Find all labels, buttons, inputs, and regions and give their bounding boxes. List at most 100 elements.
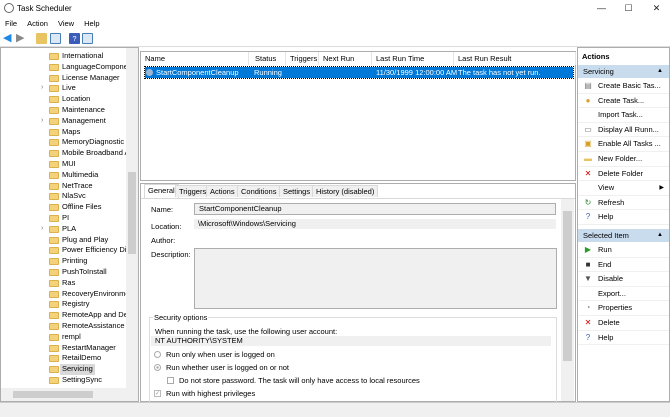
tree-item[interactable]: Servicing	[1, 364, 126, 375]
collapse-icon[interactable]: ▲	[657, 65, 663, 78]
show-hide-tree-icon[interactable]	[50, 33, 61, 44]
name-label: Name:	[151, 205, 174, 214]
tree-item[interactable]: License Manager	[1, 73, 126, 84]
column-last-run-result[interactable]: Last Run Result	[454, 52, 576, 65]
tree-item[interactable]: RecoveryEnvironme	[1, 289, 130, 300]
tree-item[interactable]: Registry	[1, 299, 126, 310]
minimize-button[interactable]: —	[588, 0, 615, 17]
tree-item[interactable]: › Live	[1, 83, 126, 94]
action-delete[interactable]: ✕ Delete	[578, 316, 669, 331]
folder-icon	[49, 247, 59, 255]
up-folder-icon[interactable]	[36, 33, 47, 44]
tree-item[interactable]: International	[1, 51, 126, 62]
help-icon[interactable]: ?	[69, 33, 80, 44]
column-next-run-time[interactable]: Next Run Time	[319, 52, 372, 76]
tree-item[interactable]: Plug and Play	[1, 235, 126, 246]
tab-conditions[interactable]: Conditions	[237, 185, 281, 197]
maximize-button[interactable]: ☐	[615, 0, 642, 17]
action-end[interactable]: ■ End	[578, 258, 669, 273]
name-field[interactable]: StartComponentCleanup	[194, 203, 556, 215]
show-hide-action-pane-icon[interactable]	[82, 33, 93, 44]
table-row[interactable]: StartComponentCleanup Running 11/30/1999…	[144, 66, 574, 86]
column-name[interactable]: Name	[141, 52, 249, 65]
section-servicing[interactable]: Servicing ▲	[578, 65, 669, 78]
action-properties[interactable]: ◔ Properties	[578, 301, 669, 316]
tab-settings[interactable]: Settings	[279, 185, 315, 197]
action-delete-folder[interactable]: ✕ Delete Folder	[578, 167, 669, 182]
column-triggers[interactable]: Triggers	[286, 52, 319, 65]
action-run[interactable]: ▶ Run	[578, 243, 669, 258]
tab-general[interactable]: General	[144, 184, 179, 198]
tree-item[interactable]: Location	[1, 94, 126, 105]
action-create-basic-tas[interactable]: ▤ Create Basic Tas...	[578, 79, 669, 94]
tree-item[interactable]: Mobile Broadband A	[1, 148, 130, 159]
tree-item[interactable]: SettingSync	[1, 375, 126, 386]
action-refresh[interactable]: ↻ Refresh	[578, 196, 669, 211]
details-scrollbar[interactable]	[561, 199, 574, 401]
tree-item[interactable]: Multimedia	[1, 170, 126, 181]
menu-file[interactable]: File	[0, 17, 22, 30]
tree-item[interactable]: RemoteAssistance	[1, 321, 126, 332]
radio-logged-on[interactable]	[154, 351, 161, 358]
action-display-all-runn[interactable]: ▭ Display All Runn...	[578, 123, 669, 138]
task-list[interactable]: Name Status Triggers Next Run Time Last …	[140, 51, 576, 181]
scrollbar-thumb[interactable]	[128, 172, 136, 254]
action-label: Refresh	[598, 197, 625, 207]
action-disable[interactable]: ▼ Disable	[578, 272, 669, 287]
tree-horizontal-scrollbar[interactable]	[1, 388, 138, 401]
expand-chevron-icon[interactable]: ›	[41, 224, 43, 235]
menu-help[interactable]: Help	[79, 17, 104, 30]
tree-item[interactable]: Maintenance	[1, 105, 126, 116]
tree-item[interactable]: PushToInstall	[1, 267, 126, 278]
expand-chevron-icon[interactable]: ›	[41, 83, 43, 94]
scrollbar-thumb[interactable]	[13, 391, 93, 398]
tree-item[interactable]: Maps	[1, 127, 126, 138]
action-export[interactable]: Export...	[578, 287, 669, 302]
action-import-task[interactable]: Import Task...	[578, 108, 669, 123]
forward-icon[interactable]: ▶	[16, 33, 27, 44]
do-not-store-password-checkbox[interactable]	[167, 377, 174, 384]
tree-item[interactable]: RemoteApp and Des	[1, 310, 132, 321]
tree-vertical-scrollbar[interactable]	[126, 48, 138, 388]
tree-item[interactable]: rempl	[1, 332, 126, 343]
expand-chevron-icon[interactable]: ›	[41, 116, 43, 127]
tree-item[interactable]: Power Efficiency Dia	[1, 245, 131, 256]
scrollbar-thumb[interactable]	[563, 211, 572, 361]
action-help[interactable]: ? Help	[578, 331, 669, 346]
tree-item[interactable]: MUI	[1, 159, 126, 170]
tab-history[interactable]: History (disabled)	[312, 185, 379, 197]
tree-item[interactable]: › PLA	[1, 224, 126, 235]
section-selected-item[interactable]: Selected Item ▲	[578, 229, 669, 242]
tab-triggers[interactable]: Triggers	[175, 185, 211, 197]
description-field[interactable]	[194, 248, 557, 309]
security-options-title: Security options	[153, 313, 209, 322]
action-enable-all-tasks[interactable]: ▣ Enable All Tasks ...	[578, 137, 669, 152]
folder-tree[interactable]: International LanguageCompone License Mana…	[0, 47, 139, 402]
action-view[interactable]: View ▶	[578, 181, 669, 196]
menu-action[interactable]: Action	[22, 17, 53, 30]
tree-item[interactable]: NlaSvc	[1, 191, 126, 202]
tree-item[interactable]: LanguageCompone	[1, 62, 128, 73]
tree-item[interactable]: › Management	[1, 116, 126, 127]
tree-item[interactable]: MemoryDiagnostic	[1, 137, 126, 148]
action-help[interactable]: ? Help	[578, 210, 669, 225]
action-new-folder[interactable]: ▬ New Folder...	[578, 152, 669, 167]
column-last-run-time[interactable]: Last Run Time	[372, 52, 454, 65]
menu-view[interactable]: View	[53, 17, 79, 30]
tree-item[interactable]: Ras	[1, 278, 126, 289]
refresh-icon: ↻	[584, 197, 592, 207]
collapse-icon[interactable]: ▲	[657, 229, 663, 242]
action-create-task[interactable]: ● Create Task...	[578, 94, 669, 109]
tree-item[interactable]: NetTrace	[1, 181, 126, 192]
tree-item[interactable]: PI	[1, 213, 126, 224]
radio-whether-logged-on[interactable]	[154, 364, 161, 371]
highest-privileges-checkbox[interactable]: ✓	[154, 390, 161, 397]
tree-item[interactable]: RetailDemo	[1, 353, 126, 364]
tree-item[interactable]: Offline Files	[1, 202, 126, 213]
close-button[interactable]: ✕	[643, 0, 670, 17]
tree-item[interactable]: Printing	[1, 256, 126, 267]
column-status[interactable]: Status	[251, 52, 286, 65]
back-icon[interactable]: ◀	[3, 33, 14, 44]
tab-actions[interactable]: Actions	[206, 185, 239, 197]
tree-item[interactable]: RestartManager	[1, 343, 126, 354]
